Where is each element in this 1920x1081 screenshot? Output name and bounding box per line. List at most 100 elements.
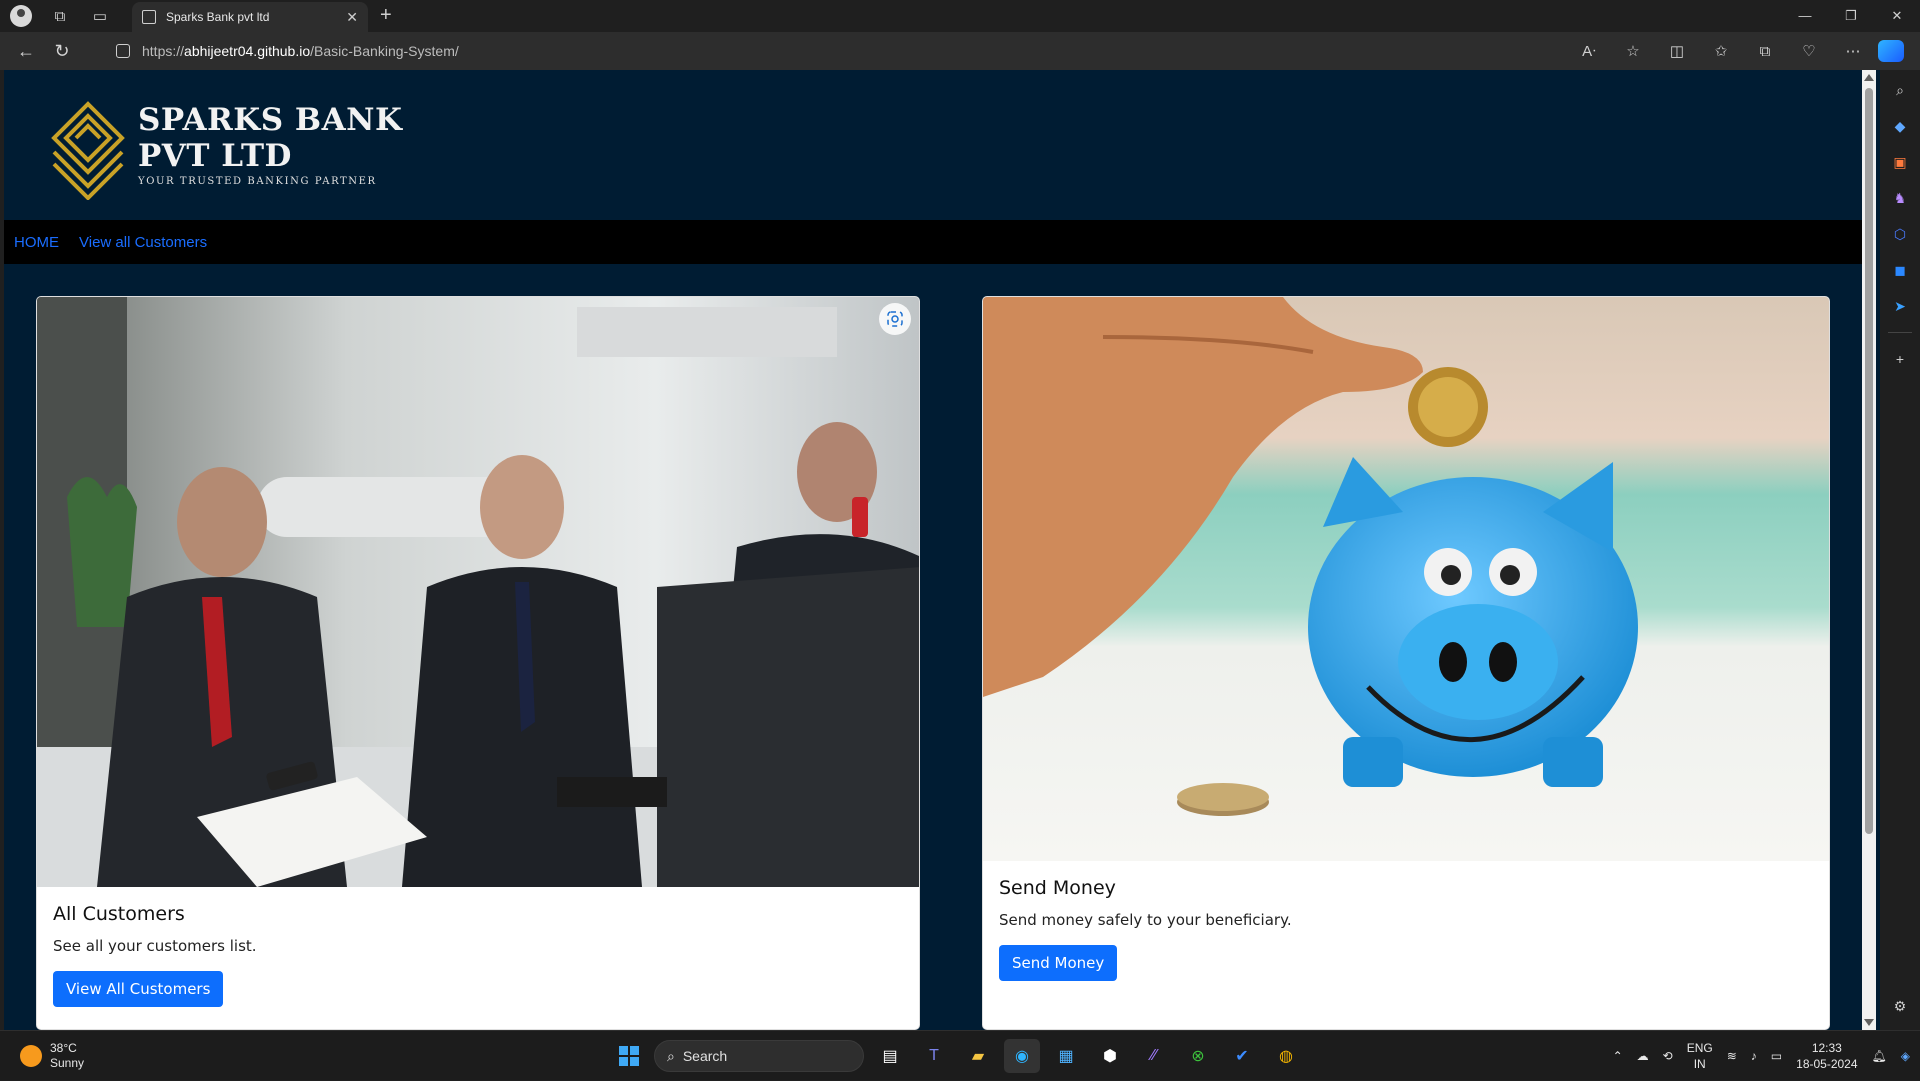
card-title: All Customers	[53, 903, 185, 925]
edge-icon[interactable]: ◉	[1004, 1039, 1040, 1073]
brand-line-1: SPARKS BANK	[138, 102, 403, 138]
workspaces-icon[interactable]: ⧉	[40, 0, 80, 32]
back-icon[interactable]: ←	[8, 36, 44, 66]
sync-icon[interactable]: ⟲	[1663, 1049, 1673, 1063]
favorites-icon[interactable]: ✩	[1702, 42, 1740, 60]
split-screen-icon[interactable]: ◫	[1658, 42, 1696, 60]
games-icon[interactable]: ♞	[1890, 188, 1910, 208]
view-all-customers-button[interactable]: View All Customers	[53, 971, 224, 1007]
tab-title: Sparks Bank pvt ltd	[166, 10, 270, 24]
new-tab-icon[interactable]: +	[380, 4, 392, 27]
profile-icon[interactable]	[10, 5, 32, 27]
favorite-star-icon[interactable]: ☆	[1614, 42, 1652, 60]
browser-tab-bar: ⧉ ▭ Sparks Bank pvt ltd ✕ + — ❐ ✕	[0, 0, 1920, 32]
copilot-icon[interactable]	[1878, 40, 1904, 62]
send-money-card: Send Money Send money safely to your ben…	[982, 296, 1830, 1030]
store-icon[interactable]: ▦	[1048, 1039, 1084, 1073]
close-window-icon[interactable]: ✕	[1874, 0, 1920, 32]
collections-icon[interactable]: ⧉	[1746, 43, 1784, 60]
file-explorer-icon[interactable]: ▰	[960, 1039, 996, 1073]
battery-icon[interactable]: ▭	[1771, 1049, 1782, 1063]
visual-search-icon[interactable]	[879, 303, 911, 335]
wifi-icon[interactable]: ≋	[1727, 1049, 1737, 1063]
brand-tagline: YOUR TRUSTED BANKING PARTNER	[138, 176, 377, 187]
xbox-icon[interactable]: ⊗	[1180, 1039, 1216, 1073]
notification-bell-icon[interactable]: 🔔︎	[1872, 1049, 1887, 1063]
browser-tab[interactable]: Sparks Bank pvt ltd ✕	[132, 2, 368, 32]
teams-icon[interactable]: T	[916, 1039, 952, 1073]
language-indicator[interactable]: ENG IN	[1687, 1040, 1713, 1072]
taskbar-apps: ⌕ Search ▤ T ▰ ◉ ▦ ⬢ ∕∕ ⊗ ✔ ◍	[612, 1039, 1304, 1073]
outlook-icon[interactable]: ◼	[1890, 260, 1910, 280]
vertical-tabs-icon[interactable]: ▭	[80, 0, 120, 32]
refresh-icon[interactable]: ↻	[44, 36, 80, 66]
minimize-icon[interactable]: —	[1782, 0, 1828, 32]
send-icon[interactable]: ➤	[1890, 296, 1910, 316]
tools-icon[interactable]: ▣	[1890, 152, 1910, 172]
restore-icon[interactable]: ❐	[1828, 0, 1874, 32]
shopping-tag-icon[interactable]: ◆	[1890, 116, 1910, 136]
chrome-icon[interactable]: ◍	[1268, 1039, 1304, 1073]
site-header: SPARKS BANK PVT LTD YOUR TRUSTED BANKING…	[4, 70, 1862, 220]
search-label: Search	[682, 1048, 728, 1064]
edge-sidebar: ⌕ ◆ ▣ ♞ ⬡ ◼ ➤ + ⚙	[1880, 70, 1920, 1030]
scroll-up-icon[interactable]	[1864, 74, 1874, 81]
scroll-down-icon[interactable]	[1864, 1019, 1874, 1026]
weather-temp: 38°C	[50, 1041, 77, 1055]
url-scheme: https://	[142, 43, 185, 59]
sun-icon	[20, 1045, 42, 1067]
unity-icon[interactable]: ⬢	[1092, 1039, 1128, 1073]
browser-essentials-icon[interactable]: ♡	[1790, 42, 1828, 60]
search-icon[interactable]: ⌕	[1890, 80, 1910, 100]
onedrive-icon[interactable]: ☁	[1637, 1049, 1649, 1063]
bank-logo-icon	[51, 101, 125, 200]
card-text: See all your customers list.	[53, 937, 257, 955]
task-view-icon[interactable]: ▤	[872, 1039, 908, 1073]
card-body: All Customers See all your customers lis…	[53, 903, 257, 1007]
sidebar-divider	[1888, 332, 1912, 333]
start-icon[interactable]	[612, 1039, 646, 1073]
browser-toolbar: Aᐧ ☆ ◫ ✩ ⧉ ♡ ⋯	[1570, 32, 1904, 70]
piggy-bank-image	[983, 297, 1829, 861]
search-icon: ⌕	[667, 1047, 675, 1064]
brand-name[interactable]: SPARKS BANK PVT LTD YOUR TRUSTED BANKING…	[138, 102, 402, 187]
more-options-icon[interactable]: ⋯	[1834, 42, 1872, 60]
clock-time: 12:33	[1811, 1041, 1842, 1055]
copilot-taskbar-icon[interactable]: ◈	[1901, 1049, 1910, 1063]
card-title: Send Money	[999, 877, 1116, 899]
nav-home-link[interactable]: HOME	[14, 234, 59, 251]
page-favicon-icon	[142, 10, 156, 24]
all-customers-card: All Customers See all your customers lis…	[36, 296, 920, 1030]
todo-icon[interactable]: ✔	[1224, 1039, 1260, 1073]
add-icon[interactable]: +	[1890, 349, 1910, 369]
lock-icon[interactable]	[116, 44, 130, 58]
window-controls: — ❐ ✕	[1782, 0, 1920, 32]
vs-icon[interactable]: ∕∕	[1136, 1039, 1172, 1073]
clock[interactable]: 12:33 18-05-2024	[1796, 1040, 1857, 1072]
windows-taskbar: 38°C Sunny ⌕ Search ▤ T ▰ ◉ ▦ ⬢ ∕∕ ⊗ ✔ ◍…	[0, 1030, 1920, 1080]
close-tab-icon[interactable]: ✕	[346, 9, 358, 26]
url-path: /Basic-Banking-System/	[310, 43, 459, 59]
volume-icon[interactable]: ♪	[1751, 1049, 1757, 1063]
page-scrollbar[interactable]	[1862, 70, 1876, 1030]
read-aloud-icon[interactable]: Aᐧ	[1570, 42, 1608, 60]
card-body: Send Money Send money safely to your ben…	[999, 877, 1292, 981]
web-page: SPARKS BANK PVT LTD YOUR TRUSTED BANKING…	[4, 70, 1880, 1030]
clock-date: 18-05-2024	[1796, 1057, 1858, 1071]
system-tray: ⌃ ☁ ⟲ ENG IN ≋ ♪ ▭ 12:33 18-05-2024 🔔︎ ◈	[1613, 1031, 1910, 1081]
chevron-up-icon[interactable]: ⌃	[1613, 1049, 1623, 1063]
scrollbar-thumb[interactable]	[1865, 88, 1873, 834]
card-text: Send money safely to your beneficiary.	[999, 911, 1292, 929]
address-bar[interactable]: https://abhijeetr04.github.io/Basic-Bank…	[100, 36, 1640, 66]
weather-widget[interactable]: 38°C Sunny	[20, 1041, 84, 1071]
office-meeting-image	[37, 297, 919, 887]
address-bar-row: ← ↻ https://abhijeetr04.github.io/Basic-…	[0, 32, 1920, 70]
lang-line-2: IN	[1693, 1057, 1706, 1071]
nav-view-customers-link[interactable]: View all Customers	[79, 234, 207, 251]
settings-icon[interactable]: ⚙	[1890, 996, 1910, 1016]
send-money-button[interactable]: Send Money	[999, 945, 1118, 981]
site-nav: HOME View all Customers	[4, 220, 1862, 264]
taskbar-search[interactable]: ⌕ Search	[654, 1040, 864, 1072]
copilot-sidebar-icon[interactable]: ⬡	[1890, 224, 1910, 244]
lang-line-1: ENG	[1686, 1041, 1713, 1055]
